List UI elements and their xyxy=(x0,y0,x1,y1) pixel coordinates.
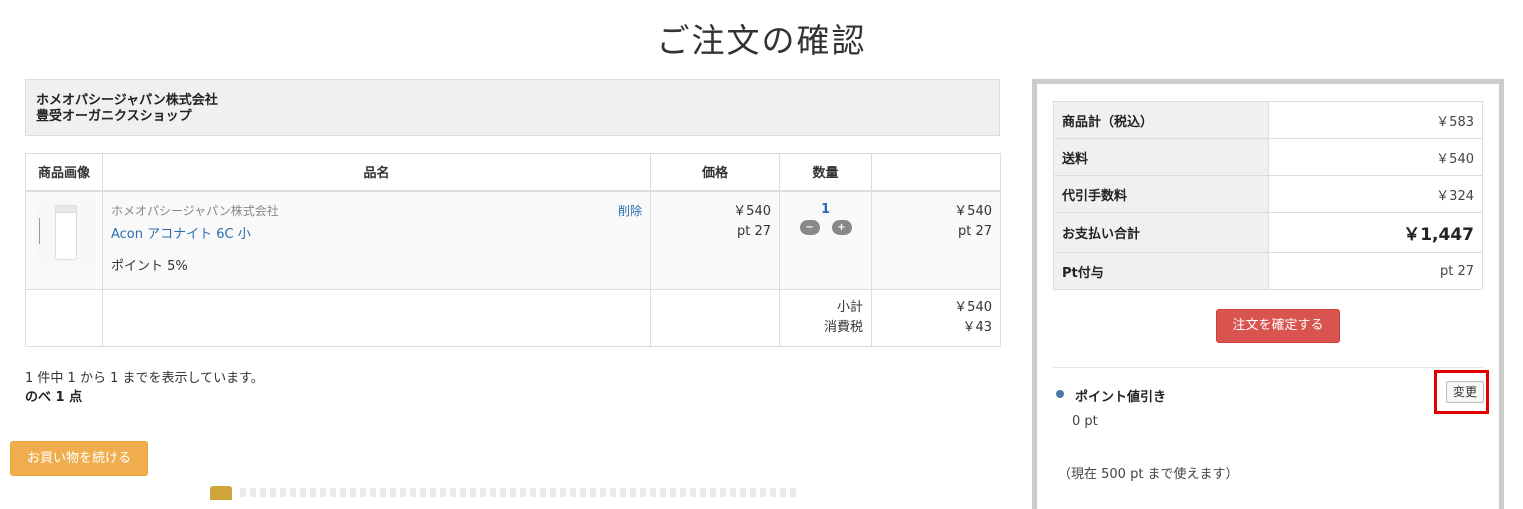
subtotal-label: 小計 xyxy=(836,300,863,315)
item-maker: ホメオパシージャパン株式会社 xyxy=(111,203,279,218)
summary-key: お支払い合計 xyxy=(1053,212,1269,253)
summary-row: 商品計（税込） ￥583 xyxy=(1053,101,1483,139)
shop-store-name: 豊受オーガニクスショップ xyxy=(36,109,192,124)
col-qty: 数量 xyxy=(779,153,872,192)
col-name: 品名 xyxy=(102,153,651,192)
product-link[interactable]: Acon アコナイト 6C 小 xyxy=(111,223,642,242)
subtotal-labels: 小計 消費税 xyxy=(779,289,872,347)
notice-text-faded xyxy=(240,488,800,497)
item-line-total: ￥540 xyxy=(954,203,992,219)
col-subtotal xyxy=(871,153,1001,192)
item-price-points: pt 27 xyxy=(736,223,771,239)
cart-table: 商品画像 品名 価格 数量 ホメオパシージャパン株式会社 Acon アコナイト … xyxy=(25,153,1001,347)
point-available-text: （現在 500 pt まで使えます） xyxy=(1058,467,1239,482)
cart-subtotal-row: 小計 消費税 ￥540 ￥43 xyxy=(25,289,1001,347)
subtotal-values: ￥540 ￥43 xyxy=(871,289,1001,347)
item-line-points: pt 27 xyxy=(957,223,992,239)
tax-label: 消費税 xyxy=(823,320,863,335)
product-thumbnail[interactable] xyxy=(35,201,95,262)
subtotal-value: ￥540 xyxy=(954,300,992,315)
pagination-count: 1 件中 1 から 1 までを表示しています。 xyxy=(25,371,264,386)
divider xyxy=(1053,367,1483,368)
summary-value: ￥324 xyxy=(1268,175,1483,213)
change-points-button[interactable]: 変更 xyxy=(1446,381,1484,403)
summary-table: 商品計（税込） ￥583 送料 ￥540 代引手数料 ￥324 お支払い合計 ￥1,44… xyxy=(1053,101,1483,290)
point-discount-value: 0 pt xyxy=(1072,414,1098,429)
empty-cell xyxy=(102,289,651,347)
empty-cell xyxy=(650,289,780,347)
summary-row: Pt付与 pt 27 xyxy=(1053,252,1483,290)
shop-company-name: ホメオパシージャパン株式会社 xyxy=(36,93,218,108)
col-price: 価格 xyxy=(650,153,780,192)
empty-cell xyxy=(25,289,103,347)
delete-link[interactable]: 削除 xyxy=(618,202,642,219)
summary-key: Pt付与 xyxy=(1053,252,1269,290)
point-discount-title: ポイント値引き xyxy=(1075,390,1167,405)
cart-item-row: ホメオパシージャパン株式会社 Acon アコナイト 6C 小 ポイント 5% 削… xyxy=(25,190,1001,290)
bottle-image xyxy=(55,204,77,260)
item-points-rate: ポイント 5% xyxy=(111,258,188,274)
summary-value: ￥583 xyxy=(1268,101,1483,139)
qty-plus-button[interactable]: + xyxy=(831,219,852,235)
continue-shopping-button[interactable]: お買い物を続ける xyxy=(10,441,148,476)
hand-icon xyxy=(210,486,232,500)
summary-value: pt 27 xyxy=(1268,252,1483,290)
summary-row: 送料 ￥540 xyxy=(1053,138,1483,176)
cart-header-row: 商品画像 品名 価格 数量 xyxy=(25,153,1001,192)
bullet-icon xyxy=(1056,390,1064,398)
summary-key: 商品計（税込） xyxy=(1053,101,1269,139)
shop-header: ホメオパシージャパン株式会社 豊受オーガニクスショップ xyxy=(25,79,1000,136)
confirm-order-button[interactable]: 注文を確定する xyxy=(1216,309,1340,343)
summary-total-row: お支払い合計 ￥1,447 xyxy=(1053,212,1483,253)
item-image-cell xyxy=(25,190,103,290)
total-units: のべ 1 点 xyxy=(25,390,83,405)
order-summary-panel: 商品計（税込） ￥583 送料 ￥540 代引手数料 ￥324 お支払い合計 ￥1,44… xyxy=(1032,79,1504,509)
page-title: ご注文の確認 xyxy=(656,21,867,60)
item-price-cell: ￥540 pt 27 xyxy=(650,190,780,290)
summary-key: 送料 xyxy=(1053,138,1269,176)
summary-row: 代引手数料 ￥324 xyxy=(1053,175,1483,213)
summary-key: 代引手数料 xyxy=(1053,175,1269,213)
bottle-label-image xyxy=(39,217,51,244)
item-name-cell: ホメオパシージャパン株式会社 Acon アコナイト 6C 小 ポイント 5% 削… xyxy=(102,190,651,290)
col-image: 商品画像 xyxy=(25,153,103,192)
item-price: ￥540 xyxy=(733,203,771,219)
qty-minus-button[interactable]: − xyxy=(799,219,820,235)
summary-value: ￥540 xyxy=(1268,138,1483,176)
grand-total-value: ￥1,447 xyxy=(1268,212,1483,253)
tax-value: ￥43 xyxy=(962,320,992,335)
item-total-cell: ￥540 pt 27 xyxy=(871,190,1001,290)
item-qty-cell: 1 − + xyxy=(779,190,872,290)
quantity-value: 1 xyxy=(820,201,831,217)
